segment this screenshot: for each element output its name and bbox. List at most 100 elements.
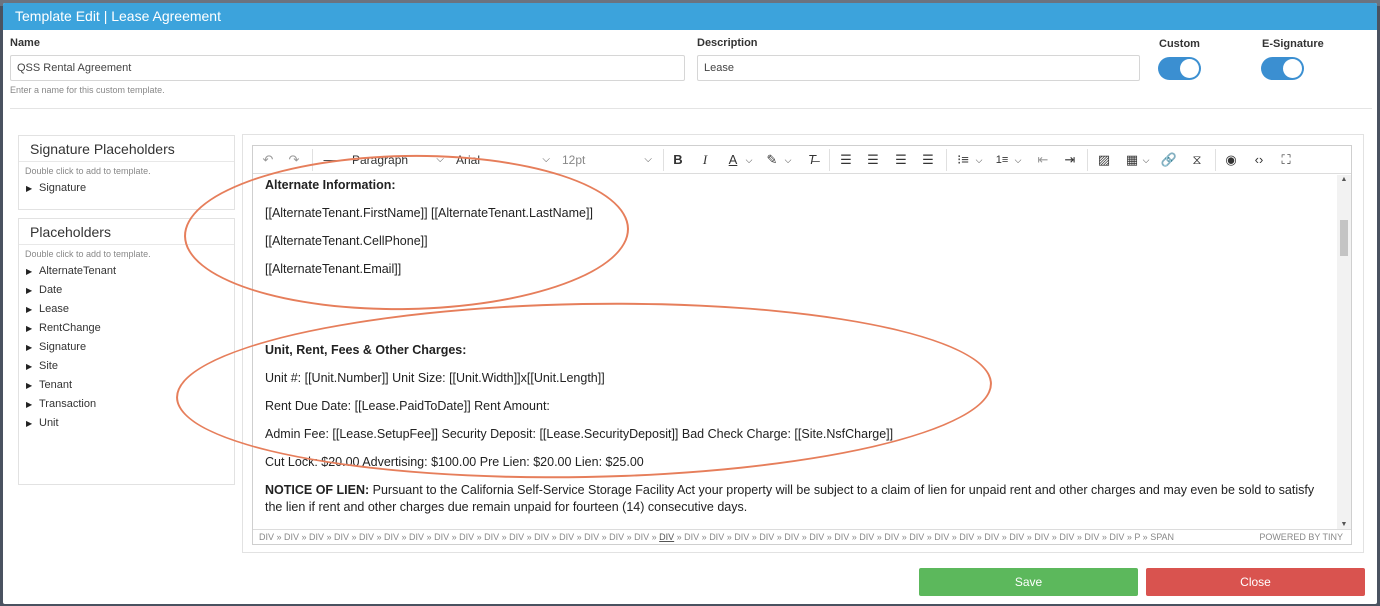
bullet-list-icon[interactable]: ⁝≡ [951,146,975,174]
placeholder-item-label: Date [39,284,63,296]
chevron-down-icon[interactable]: ⌵ [783,146,793,174]
placeholder-item[interactable]: ▶ Unit [19,414,234,433]
highlight-icon[interactable]: ✎ [760,146,784,174]
placeholder-item-label: Signature [39,341,87,353]
signature-placeholder-item-label: Signature [39,182,87,194]
horizontal-line-icon[interactable]: — [318,146,342,174]
text-color-icon[interactable]: A [721,146,745,174]
expand-triangle-icon[interactable]: ▶ [26,319,39,338]
align-center-icon[interactable]: ☰ [861,146,885,174]
document-body[interactable]: Alternate Information: [[AlternateTenant… [253,175,1336,529]
font-size-select[interactable]: 12pt ⌵ [556,146,656,174]
block-format-value: Paragraph [352,153,409,167]
expand-triangle-icon[interactable]: ▶ [26,414,39,433]
placeholder-item[interactable]: ▶ Signature [19,338,234,357]
align-right-icon[interactable]: ☰ [889,146,913,174]
scroll-down-icon[interactable]: ▼ [1337,521,1351,528]
editor-container: ↶ ↷ — Paragraph ⌵ Arial ⌵ 12pt ⌵ B I A ⌵ ✎ … [242,134,1364,553]
placeholder-item[interactable]: ▶ Date [19,281,234,300]
justify-icon[interactable]: ☰ [916,146,940,174]
indent-icon[interactable]: ⇥ [1058,146,1082,174]
expand-triangle-icon[interactable]: ▶ [26,262,39,281]
chevron-down-icon[interactable]: ⌵ [1013,146,1023,174]
font-size-value: 12pt [562,153,586,167]
source-code-icon[interactable]: ‹› [1247,146,1271,174]
scroll-up-icon[interactable]: ▲ [1337,176,1351,183]
placeholder-item[interactable]: ▶ RentChange [19,319,234,338]
save-button[interactable]: Save [919,568,1138,596]
chevron-down-icon[interactable]: ⌵ [974,146,984,174]
expand-triangle-icon[interactable]: ▶ [26,179,39,198]
expand-triangle-icon[interactable]: ▶ [26,376,39,395]
placeholder-item[interactable]: ▶ Site [19,357,234,376]
name-input[interactable]: QSS Rental Agreement [10,55,685,81]
outdent-icon[interactable]: ⇤ [1031,146,1055,174]
custom-toggle-knob [1180,59,1199,78]
scroll-thumb[interactable] [1340,220,1348,256]
signature-placeholders-title: Signature Placeholders [19,136,234,162]
expand-triangle-icon[interactable]: ▶ [26,300,39,319]
editor-status-bar: DIV » DIV » DIV » DIV » DIV » DIV » DIV … [253,529,1351,544]
document-scrollbar[interactable]: ▲ ▼ [1337,175,1351,529]
placeholder-item-label: Lease [39,303,69,315]
placeholder-item-label: Site [39,360,58,372]
close-button[interactable]: Close [1146,568,1365,596]
notice-text: Pursuant to the California Self-Service … [265,483,1315,514]
esignature-toggle-knob [1283,59,1302,78]
divider [10,108,1372,109]
name-label: Name [10,37,40,49]
modal-title: Template Edit | Lease Agreement [3,3,1377,30]
chevron-down-icon[interactable]: ⌵ [744,146,754,174]
alt-name-line: [[AlternateTenant.FirstName]] [[Alternat… [265,206,593,220]
placeholders-panel: Placeholders Double click to add to temp… [18,218,235,485]
toolbar-separator [829,149,830,171]
placeholder-item[interactable]: ▶ Lease [19,300,234,319]
fullscreen-icon[interactable]: ⛶ [1274,146,1298,174]
signature-placeholders-hint: Double click to add to template. [25,166,151,176]
description-label: Description [697,37,758,49]
placeholder-item-label: Transaction [39,398,97,410]
italic-icon[interactable]: I [693,146,717,174]
placeholder-item-label: RentChange [39,322,101,334]
placeholder-item[interactable]: ▶ Transaction [19,395,234,414]
toolbar-separator [1215,149,1216,171]
numbered-list-icon[interactable]: 1≡ [990,146,1014,174]
page-break-icon[interactable]: ⧖ [1185,146,1209,174]
esignature-label: E-Signature [1262,38,1324,50]
clear-format-icon[interactable]: T̶ [800,146,824,174]
rent-line: Rent Due Date: [[Lease.PaidToDate]] Rent… [265,399,550,413]
placeholder-item[interactable]: ▶ Tenant [19,376,234,395]
alt-heading: Alternate Information: [265,178,396,192]
description-input[interactable]: Lease [697,55,1140,81]
undo-icon[interactable]: ↶ [256,146,280,174]
preview-icon[interactable]: ◉ [1219,146,1243,174]
placeholders-title: Placeholders [19,219,234,245]
placeholder-item-label: Tenant [39,379,73,391]
custom-toggle[interactable] [1158,57,1201,80]
expand-triangle-icon[interactable]: ▶ [26,357,39,376]
rich-text-editor: ↶ ↷ — Paragraph ⌵ Arial ⌵ 12pt ⌵ B I A ⌵ ✎ … [252,145,1352,545]
element-path[interactable]: DIV » DIV » DIV » DIV » DIV » DIV » DIV … [259,532,1174,542]
powered-by-tiny[interactable]: POWERED BY TINY [1259,530,1343,544]
bold-icon[interactable]: B [666,146,690,174]
expand-triangle-icon[interactable]: ▶ [26,395,39,414]
toolbar-separator [946,149,947,171]
chevron-down-icon: ⌵ [644,154,652,165]
expand-triangle-icon[interactable]: ▶ [26,338,39,357]
editor-toolbar: ↶ ↷ — Paragraph ⌵ Arial ⌵ 12pt ⌵ B I A ⌵ ✎ … [253,146,1351,174]
expand-triangle-icon[interactable]: ▶ [26,281,39,300]
placeholders-list: ▶ AlternateTenant ▶ Date ▶ Lease ▶ RentChange ▶ S… [19,262,234,433]
signature-placeholder-item[interactable]: ▶ Signature [19,179,234,198]
image-icon[interactable]: ▨ [1092,146,1116,174]
notice-paragraph: NOTICE OF LIEN: Pursuant to the Californ… [265,482,1324,516]
notice-label: NOTICE OF LIEN: [265,483,370,497]
font-family-select[interactable]: Arial ⌵ [450,146,554,174]
chevron-down-icon[interactable]: ⌵ [1141,146,1151,174]
align-left-icon[interactable]: ☰ [834,146,858,174]
placeholder-item[interactable]: ▶ AlternateTenant [19,262,234,281]
block-format-select[interactable]: Paragraph ⌵ [346,146,448,174]
esignature-toggle[interactable] [1261,57,1304,80]
signature-placeholders-list: ▶ Signature [19,179,234,198]
redo-icon[interactable]: ↷ [282,146,306,174]
link-icon[interactable]: 🔗 [1157,146,1181,174]
